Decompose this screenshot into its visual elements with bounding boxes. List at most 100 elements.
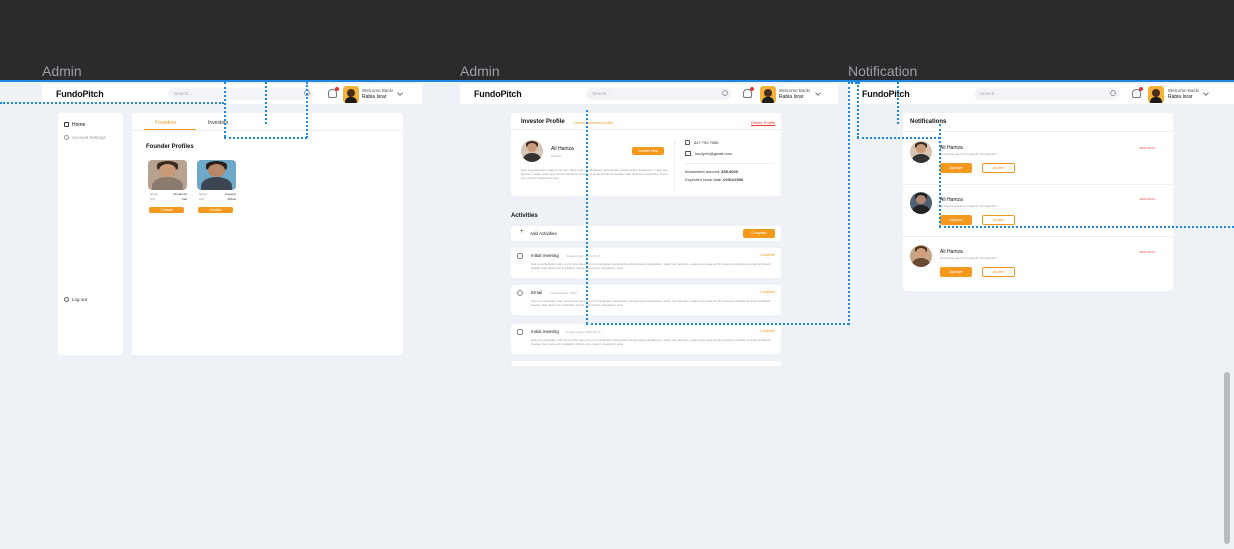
notification-date: 2023-06-01 [1139,250,1155,254]
sidebar: Home Account Settings Log out [58,113,123,355]
sidebar-item-home[interactable]: Home [64,122,85,128]
activity-title: Initial meeting [531,253,559,258]
admin-frame: FundoPitch Search... Welcome Back! Rabia … [42,82,422,549]
activity-card-partial [511,361,781,366]
activity-text: Sed ut perspiciatis unde omnis iste natu… [531,338,771,346]
welcome-text: Welcome Back! Rabia Israr [1168,88,1200,100]
notification-avatar [910,192,932,214]
decline-button[interactable]: Decline [982,215,1015,225]
investment-amount: Investment amount: $35.0000 [685,169,738,174]
vertical-divider [674,139,675,191]
chevron-down-icon[interactable] [815,90,821,96]
decline-button[interactable]: Decline [982,163,1015,173]
avatar[interactable] [1148,86,1164,103]
search-input[interactable]: Search... [974,88,1120,100]
founder-card[interactable]: Name Ali Hamza City Kiel Contact [146,160,189,215]
prototype-link [848,82,850,325]
activity-text: Sed ut perspiciatis unde omnis iste natu… [531,262,771,270]
divider [511,129,781,130]
prototype-link [224,82,226,137]
chevron-down-icon[interactable] [1203,90,1209,96]
investor-photo [521,140,543,162]
activity-status[interactable]: Complete [760,253,775,257]
investor-role: Investor [551,154,562,158]
phone-row: 847 793 7085 [685,140,718,145]
notification-avatar [910,141,932,163]
activity-card[interactable]: Initial meeting Created date: 2023-10-18… [511,248,781,278]
gear-icon [64,135,69,140]
activity-status[interactable]: Complete [760,290,775,294]
frame-label-notification[interactable]: Notification [848,63,917,79]
add-activity-button[interactable]: Complete [743,229,775,238]
notifications-card: Notifications Ali Hamza Ali Hamza wants … [903,113,1173,291]
prototype-link [265,82,267,124]
tab-founders[interactable]: Founders [155,120,176,126]
bell-icon[interactable] [1132,87,1143,98]
mail-icon [517,290,523,296]
activity-card[interactable]: Initial meeting Created date: 2023-10-18… [511,324,781,354]
activity-status[interactable]: Complete [760,329,775,333]
bell-icon[interactable] [328,87,339,98]
bell-icon[interactable] [743,87,754,98]
breadcrumb[interactable]: Home/ Investor profile [574,120,613,125]
decline-button[interactable]: Decline [982,267,1015,277]
notification-name: Ali Hamza [940,249,963,255]
avatar[interactable] [760,86,776,103]
notification-name: Ali Hamza [940,145,963,151]
calendar-icon [517,329,523,335]
logo[interactable]: FundoPitch [474,89,522,99]
divider [685,163,773,164]
logo[interactable]: FundoPitch [56,89,104,99]
prototype-link [857,137,940,139]
activity-card[interactable]: Email Created date: 2023 Complete Sed ut… [511,285,781,315]
contact-button[interactable]: Contact [198,207,233,213]
activity-text: Sed ut perspiciatis unde omnis iste natu… [531,299,771,307]
search-input[interactable]: Search... [586,88,732,100]
investor-frame: FundoPitch Search... Welcome Back! Rabia … [460,82,838,549]
frame-label-admin-1[interactable]: Admin [42,63,82,79]
notification-frame: FundoPitch Search... Welcome Back! Rabia … [848,82,1234,549]
contact-button[interactable]: Contact [149,207,184,213]
prototype-link [857,82,859,138]
frame-label-admin-2[interactable]: Admin [460,63,500,79]
logout-button[interactable]: Log out [64,297,87,302]
founder-card[interactable]: Name Ameena City Abbott Contact [195,160,238,215]
investor-profile-card: Investor Profile Home/ Investor profile … [511,113,781,196]
activity-meta: Created date: 2023 [551,291,577,295]
notification-item: Ali Hamza Ali Hamza wants to untapper of… [903,133,1173,185]
investor-bio: Quis ut perspiciatis unde omnis iste nat… [521,168,668,180]
logout-icon [64,297,69,302]
logo[interactable]: FundoPitch [862,89,910,99]
canvas-scrollbar[interactable] [1224,372,1230,544]
approve-button[interactable]: Approve [940,163,972,173]
search-icon [722,90,728,96]
email-row: lundyvin@gmail.com [685,151,732,156]
profile-value: Abbott [227,197,236,201]
prototype-link [586,323,849,325]
sidebar-item-account-settings[interactable]: Account Settings [64,135,106,140]
canvas-top-band [0,0,1234,80]
approve-button[interactable]: Approve [940,215,972,225]
calendar-icon [517,253,523,259]
notification-avatar [910,245,932,267]
delete-profile-link[interactable]: Delete Profile [751,120,775,125]
prototype-link [939,226,1234,228]
topbar: FundoPitch Search... Welcome Back! Rabia … [460,84,838,104]
investor-name: Ali Hamza [551,146,574,152]
prototype-link [0,102,224,104]
approve-button[interactable]: Approve [940,267,972,277]
notification-date: 2023-06-01 [1139,197,1155,201]
tab-divider [132,130,403,131]
notification-text: Ali Hamza wants to untapper of fundopitc… [940,256,997,260]
search-input[interactable]: Search... [168,88,314,100]
welcome-text: Welcome Back! Rabia Israr [779,88,811,100]
home-icon [64,122,69,127]
topbar: FundoPitch Search... Welcome Back! Rabia … [848,84,1234,104]
avatar[interactable] [343,86,359,103]
chevron-down-icon[interactable] [397,90,403,96]
prototype-link [224,137,307,139]
add-activities-row[interactable]: + Add Activities Complete [511,226,781,241]
notification-text: Ali Hamza wants to untapper of fundopitc… [940,204,997,208]
contact-now-button[interactable]: Contact Now [632,147,664,155]
prototype-link [897,82,899,124]
